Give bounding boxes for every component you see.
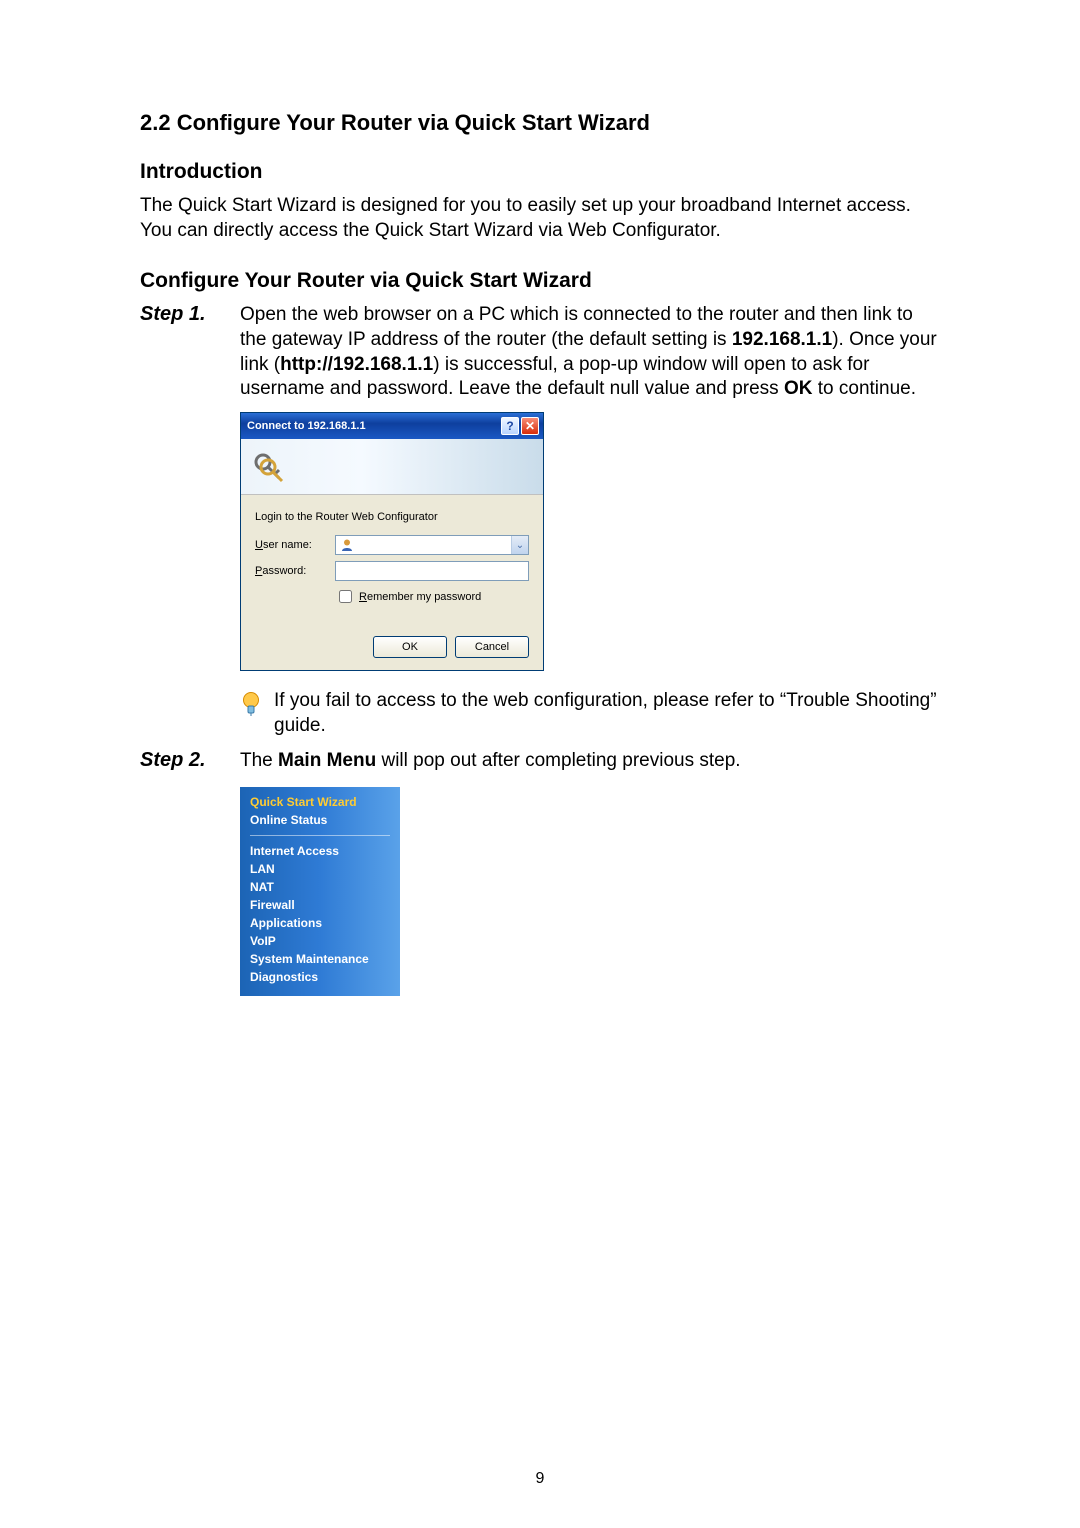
dialog-button-row: OK Cancel [241,618,543,670]
user-icon [340,538,354,552]
login-dialog: Connect to 192.168.1.1 ? ✕ [240,412,544,671]
intro-heading: Introduction [140,160,940,184]
menu-item-applications[interactable]: Applications [250,914,390,932]
dialog-figure: Connect to 192.168.1.1 ? ✕ [240,412,940,738]
page-number: 9 [0,1470,1080,1488]
tip-text: If you fail to access to the web configu… [274,689,940,738]
step-1-row: Step 1. Open the web browser on a PC whi… [140,303,940,402]
step2-pre: The [240,750,278,771]
dialog-prompt: Login to the Router Web Configurator [255,511,529,523]
keys-icon [249,449,285,485]
password-input[interactable] [335,561,529,581]
password-label: Password: [255,565,335,577]
menu-item-quick-start[interactable]: Quick Start Wizard [250,793,390,811]
dialog-title: Connect to 192.168.1.1 [247,420,366,432]
main-menu-panel: Quick Start Wizard Online Status Interne… [240,787,400,996]
configure-heading: Configure Your Router via Quick Start Wi… [140,269,940,293]
remember-row: Remember my password [335,587,529,606]
cancel-button[interactable]: Cancel [455,636,529,658]
document-page: 2.2 Configure Your Router via Quick Star… [0,0,1080,1528]
menu-item-firewall[interactable]: Firewall [250,896,390,914]
menu-item-nat[interactable]: NAT [250,878,390,896]
step-1-body: Open the web browser on a PC which is co… [240,303,940,402]
tip-row: If you fail to access to the web configu… [240,689,940,738]
step-2-label: Step 2. [140,749,240,772]
remember-checkbox[interactable] [339,590,352,603]
username-label-rest: ser name: [263,539,312,551]
username-combo[interactable]: ⌄ [335,535,529,555]
step1-text-d: to continue. [812,378,916,399]
username-label: User name: [255,539,335,551]
step1-ip: 192.168.1.1 [732,329,832,350]
remember-label: Remember my password [359,591,481,603]
dialog-titlebar: Connect to 192.168.1.1 ? ✕ [241,413,543,439]
menu-item-internet-access[interactable]: Internet Access [250,842,390,860]
chevron-down-icon: ⌄ [516,540,524,551]
step-2-row: Step 2. The Main Menu will pop out after… [140,749,940,774]
step-2-body: The Main Menu will pop out after complet… [240,749,940,774]
username-accel: U [255,539,263,551]
menu-item-lan[interactable]: LAN [250,860,390,878]
username-dropdown-button[interactable]: ⌄ [511,536,528,554]
step-1-label: Step 1. [140,303,240,326]
username-row: User name: ⌄ [255,535,529,555]
remember-accel: R [359,591,367,603]
menu-item-diagnostics[interactable]: Diagnostics [250,968,390,986]
password-row: Password: [255,561,529,581]
title-controls: ? ✕ [501,417,539,435]
menu-figure: Quick Start Wizard Online Status Interne… [240,787,940,996]
close-button[interactable]: ✕ [521,417,539,435]
menu-item-online-status[interactable]: Online Status [250,811,390,829]
menu-divider [250,835,390,836]
dialog-body: Login to the Router Web Configurator Use… [241,495,543,618]
lightbulb-icon [240,689,262,724]
help-button[interactable]: ? [501,417,519,435]
section-title: 2.2 Configure Your Router via Quick Star… [140,110,940,136]
step2-post: will pop out after completing previous s… [376,750,740,771]
menu-item-system-maintenance[interactable]: System Maintenance [250,950,390,968]
step1-ok-word: OK [784,378,813,399]
step2-bold: Main Menu [278,750,376,771]
password-label-rest: assword: [262,565,306,577]
ok-button[interactable]: OK [373,636,447,658]
intro-text: The Quick Start Wizard is designed for y… [140,194,940,243]
step1-url: http://192.168.1.1 [280,354,433,375]
username-input[interactable] [336,536,511,554]
dialog-banner [241,439,543,495]
menu-item-voip[interactable]: VoIP [250,932,390,950]
remember-label-rest: emember my password [367,591,481,603]
